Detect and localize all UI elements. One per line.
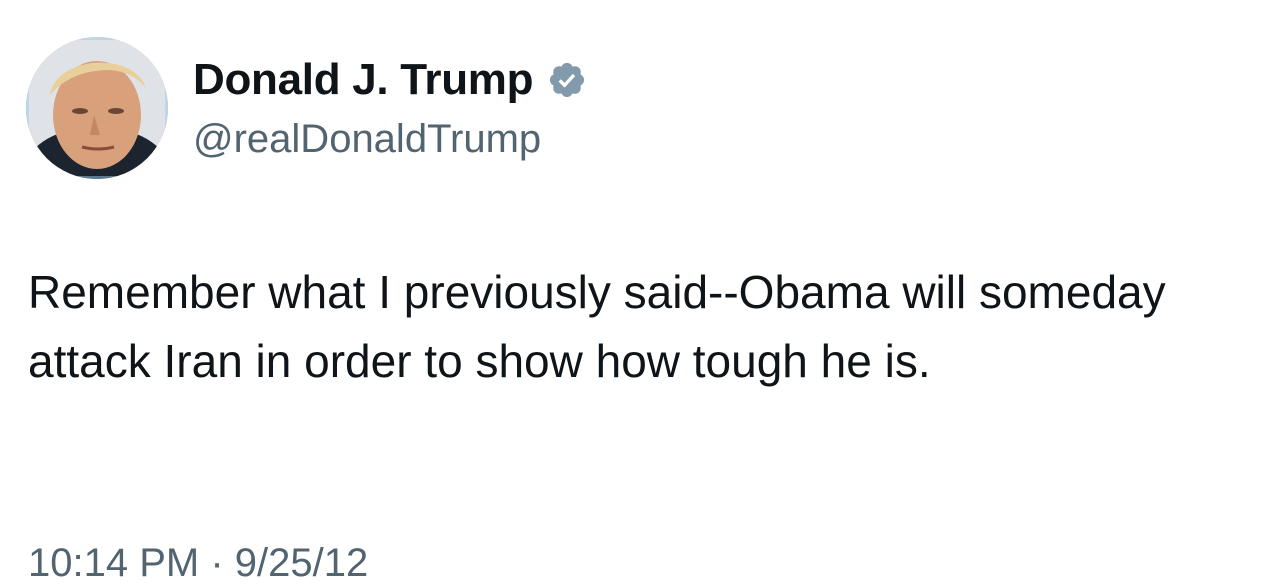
tweet-body-text: Remember what I previously said--Obama w… [28, 266, 1166, 387]
author-display-name[interactable]: Donald J. Trump [193, 55, 587, 105]
tweet-timestamp[interactable]: 10:14 PM · 9/25/12 [28, 540, 368, 586]
tweet-card: Donald J. Trump @realDonaldTrump Remembe… [0, 0, 1280, 585]
avatar[interactable] [26, 37, 168, 179]
display-name-text[interactable]: Donald J. Trump [193, 55, 534, 105]
verified-badge-icon [547, 60, 587, 100]
profile-photo-icon [26, 37, 168, 179]
author-handle[interactable]: @realDonaldTrump [193, 116, 541, 162]
